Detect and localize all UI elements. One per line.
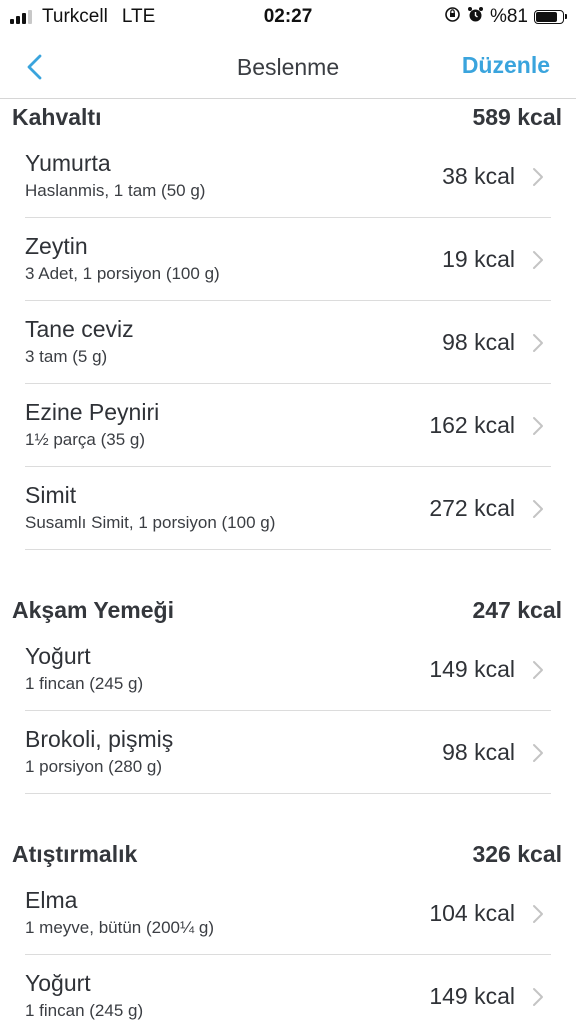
food-name: Brokoli, pişmiş bbox=[25, 726, 174, 752]
section-title: Kahvaltı bbox=[12, 103, 102, 130]
status-bar: Turkcell LTE 02:27 %81 bbox=[0, 0, 576, 34]
section-header: Atıştırmalık 326 kcal bbox=[0, 836, 576, 872]
chevron-right-icon bbox=[533, 251, 543, 269]
food-calories: 38 kcal bbox=[442, 163, 515, 189]
food-item[interactable]: Elma 1 meyve, bütün (200¼ g) 104 kcal bbox=[25, 872, 551, 955]
food-item[interactable]: Tane ceviz 3 tam (5 g) 98 kcal bbox=[25, 301, 551, 384]
chevron-right-icon bbox=[533, 988, 543, 1006]
section-total: 326 kcal bbox=[472, 840, 562, 867]
food-calories: 98 kcal bbox=[442, 739, 515, 765]
food-item[interactable]: Yumurta Haslanmis, 1 tam (50 g) 38 kcal bbox=[25, 135, 551, 218]
food-name: Ezine Peyniri bbox=[25, 399, 160, 425]
food-calories: 19 kcal bbox=[442, 246, 515, 272]
food-portion: Susamlı Simit, 1 porsiyon (100 g) bbox=[25, 513, 276, 532]
status-bar-right: %81 bbox=[444, 6, 567, 28]
navigation-bar: Beslenme Düzenle bbox=[0, 34, 576, 99]
food-calories: 149 kcal bbox=[429, 656, 515, 682]
section-title: Akşam Yemeği bbox=[12, 596, 174, 623]
orientation-lock-icon bbox=[444, 6, 461, 28]
chevron-right-icon bbox=[533, 500, 543, 518]
meal-list[interactable]: Kahvaltı 589 kcal Yumurta Haslanmis, 1 t… bbox=[0, 99, 576, 1024]
food-calories: 149 kcal bbox=[429, 983, 515, 1009]
section-total: 589 kcal bbox=[472, 103, 562, 130]
edit-button[interactable]: Düzenle bbox=[462, 52, 550, 79]
food-calories: 272 kcal bbox=[429, 495, 515, 521]
food-item[interactable]: Yoğurt 1 fincan (245 g) 149 kcal bbox=[25, 628, 551, 711]
food-portion: 1½ parça (35 g) bbox=[25, 430, 146, 449]
food-name: Yoğurt bbox=[25, 643, 91, 669]
battery-percent: %81 bbox=[489, 6, 528, 27]
food-name: Tane ceviz bbox=[25, 316, 134, 342]
food-calories: 162 kcal bbox=[429, 412, 515, 438]
section-title: Atıştırmalık bbox=[12, 840, 138, 867]
meal-section-breakfast: Kahvaltı 589 kcal Yumurta Haslanmis, 1 t… bbox=[0, 99, 576, 550]
food-calories: 98 kcal bbox=[442, 329, 515, 355]
section-header: Kahvaltı 589 kcal bbox=[0, 99, 576, 135]
food-portion: Haslanmis, 1 tam (50 g) bbox=[25, 181, 206, 200]
food-portion: 1 meyve, bütün (200¼ g) bbox=[25, 918, 215, 937]
battery-icon bbox=[534, 10, 567, 24]
food-portion: 3 tam (5 g) bbox=[25, 347, 108, 366]
food-name: Simit bbox=[25, 482, 77, 508]
section-total: 247 kcal bbox=[472, 596, 562, 623]
food-portion: 1 fincan (245 g) bbox=[25, 1001, 144, 1020]
food-item[interactable]: Ezine Peyniri 1½ parça (35 g) 162 kcal bbox=[25, 384, 551, 467]
food-calories: 104 kcal bbox=[429, 900, 515, 926]
food-portion: 1 fincan (245 g) bbox=[25, 674, 144, 693]
food-item[interactable]: Yoğurt 1 fincan (245 g) 149 kcal bbox=[25, 955, 551, 1024]
chevron-right-icon bbox=[533, 905, 543, 923]
meal-section-snack: Atıştırmalık 326 kcal Elma 1 meyve, bütü… bbox=[0, 836, 576, 1024]
chevron-right-icon bbox=[533, 661, 543, 679]
section-header: Akşam Yemeği 247 kcal bbox=[0, 592, 576, 628]
food-portion: 1 porsiyon (280 g) bbox=[25, 757, 163, 776]
chevron-right-icon bbox=[533, 334, 543, 352]
food-name: Yumurta bbox=[25, 150, 111, 176]
food-name: Elma bbox=[25, 887, 78, 913]
food-item[interactable]: Simit Susamlı Simit, 1 porsiyon (100 g) … bbox=[25, 467, 551, 550]
meal-section-dinner: Akşam Yemeği 247 kcal Yoğurt 1 fincan (2… bbox=[0, 592, 576, 794]
food-portion: 3 Adet, 1 porsiyon (100 g) bbox=[25, 264, 220, 283]
alarm-icon bbox=[467, 6, 484, 28]
food-item[interactable]: Brokoli, pişmiş 1 porsiyon (280 g) 98 kc… bbox=[25, 711, 551, 794]
chevron-right-icon bbox=[533, 168, 543, 186]
food-item[interactable]: Zeytin 3 Adet, 1 porsiyon (100 g) 19 kca… bbox=[25, 218, 551, 301]
food-name: Yoğurt bbox=[25, 970, 91, 996]
chevron-right-icon bbox=[533, 417, 543, 435]
food-name: Zeytin bbox=[25, 233, 88, 259]
chevron-right-icon bbox=[533, 744, 543, 762]
